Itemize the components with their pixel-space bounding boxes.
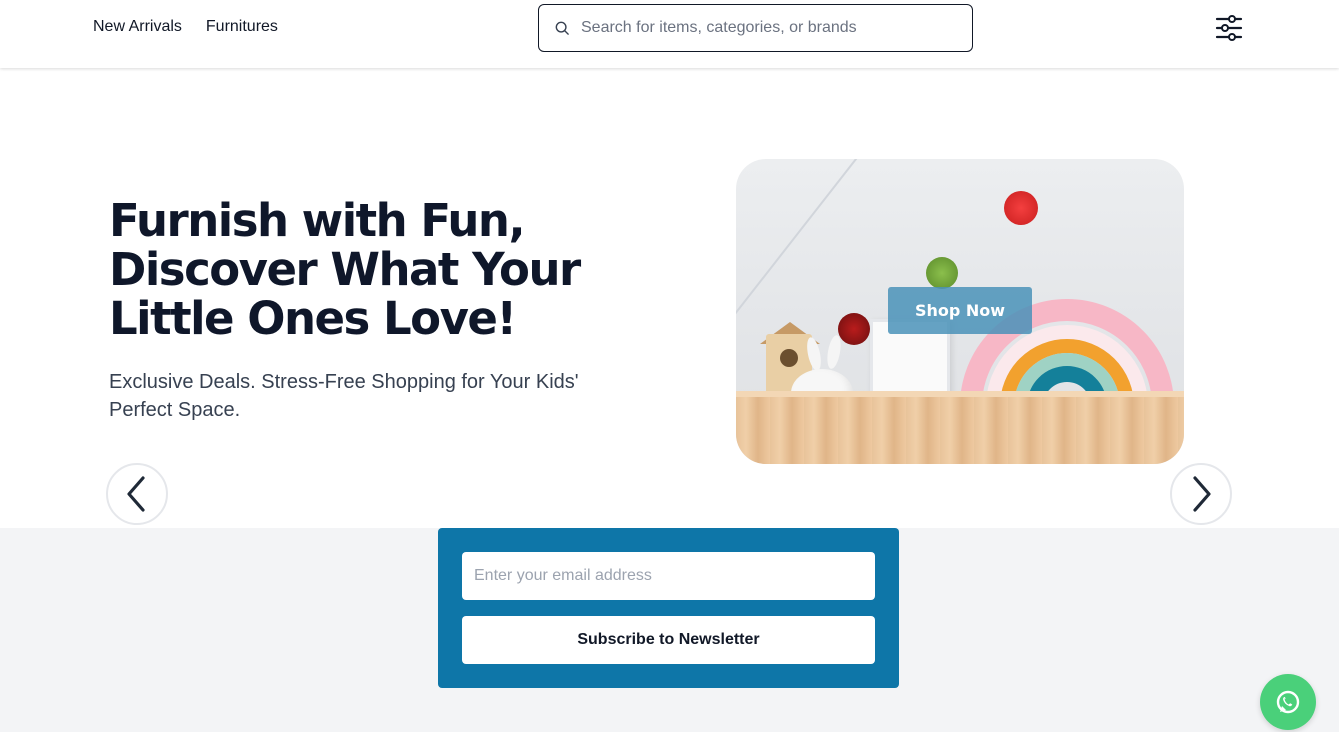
search-icon xyxy=(555,21,569,35)
whatsapp-icon xyxy=(1276,690,1300,714)
hero-subtitle: Exclusive Deals. Stress-Free Shopping fo… xyxy=(109,371,579,421)
main-nav: New Arrivals Furnitures xyxy=(93,18,278,36)
search-bar[interactable] xyxy=(538,4,973,52)
site-header: New Arrivals Furnitures xyxy=(0,0,1339,68)
whatsapp-button[interactable] xyxy=(1260,674,1316,730)
carousel-prev-button[interactable] xyxy=(106,463,168,525)
sliders-icon xyxy=(1215,15,1243,41)
hero-section: Furnish with Fun, Discover What Your Lit… xyxy=(0,68,1339,528)
chevron-right-icon xyxy=(1193,476,1211,512)
hero-title: Furnish with Fun, Discover What Your Lit… xyxy=(109,194,581,345)
carousel-next-button[interactable] xyxy=(1170,463,1232,525)
search-input[interactable] xyxy=(581,19,961,37)
chevron-left-icon xyxy=(127,476,145,512)
email-field[interactable] xyxy=(462,552,875,600)
nav-furnitures[interactable]: Furnitures xyxy=(206,18,278,36)
filter-button[interactable] xyxy=(1213,13,1245,43)
subscribe-button[interactable]: Subscribe to Newsletter xyxy=(462,616,875,664)
nav-new-arrivals[interactable]: New Arrivals xyxy=(93,18,182,36)
shop-now-button[interactable]: Shop Now xyxy=(888,287,1032,334)
